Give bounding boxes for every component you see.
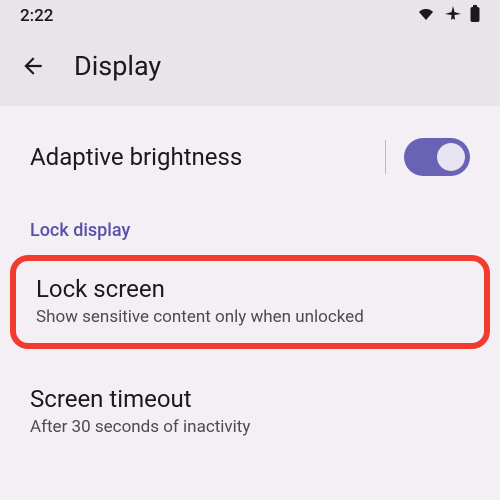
arrow-left-icon (20, 53, 46, 79)
highlight-annotation: Lock screen Show sensitive content only … (10, 255, 490, 349)
back-button[interactable] (20, 53, 46, 79)
adaptive-right (385, 138, 470, 176)
lock-screen-item[interactable]: Lock screen Show sensitive content only … (16, 261, 484, 343)
header: Display (0, 32, 500, 106)
lock-screen-subtitle: Show sensitive content only when unlocke… (36, 307, 464, 327)
status-bar: 2:22 (0, 0, 500, 32)
screen-timeout-title: Screen timeout (30, 385, 470, 413)
screen-timeout-subtitle: After 30 seconds of inactivity (30, 417, 470, 437)
status-icons (416, 5, 480, 27)
status-time: 2:22 (20, 6, 53, 26)
airplane-icon (444, 5, 462, 27)
section-lock-display: Lock display (0, 190, 500, 255)
wifi-icon (416, 6, 436, 26)
toggle-knob (437, 143, 465, 171)
divider (385, 140, 386, 174)
adaptive-brightness-label: Adaptive brightness (30, 143, 242, 171)
battery-icon (470, 5, 480, 27)
adaptive-brightness-toggle[interactable] (404, 138, 470, 176)
page-title: Display (74, 50, 161, 82)
screen-timeout-item[interactable]: Screen timeout After 30 seconds of inact… (0, 371, 500, 453)
adaptive-brightness-row[interactable]: Adaptive brightness (0, 124, 500, 190)
lock-screen-title: Lock screen (36, 275, 464, 303)
settings-content: Adaptive brightness Lock display Lock sc… (0, 106, 500, 453)
